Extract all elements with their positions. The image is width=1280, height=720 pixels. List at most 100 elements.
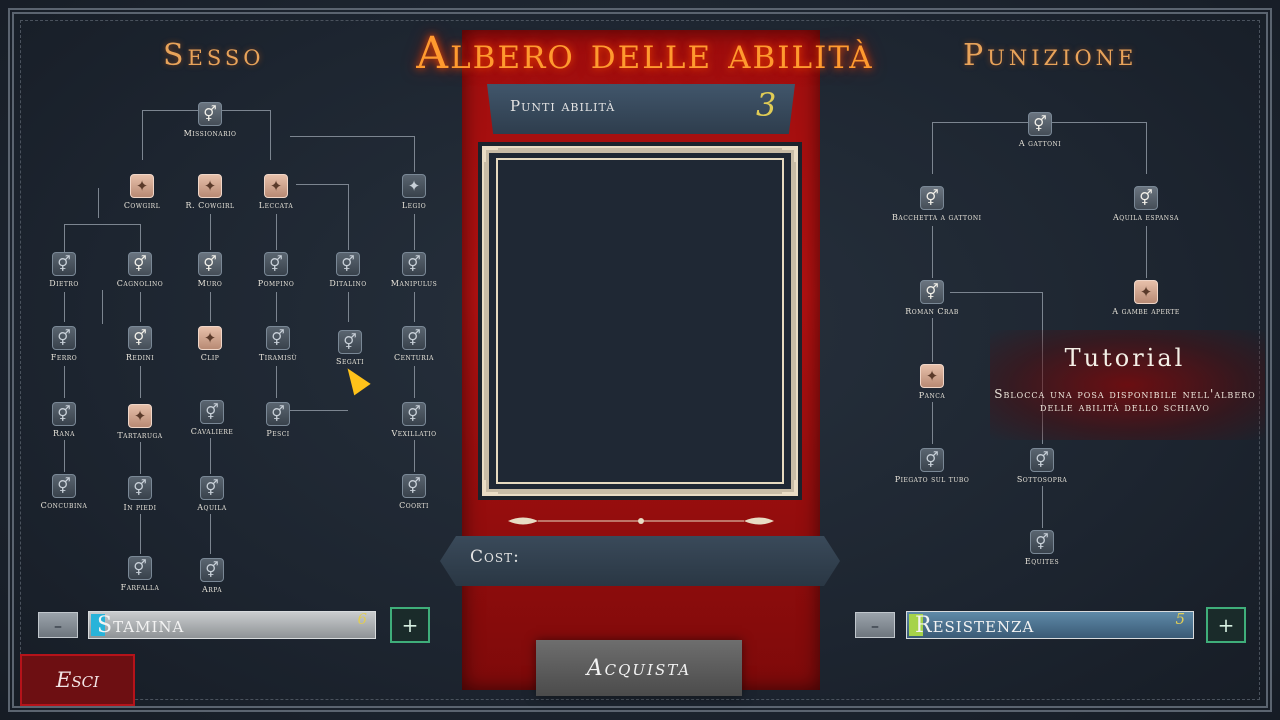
tree-connector (348, 292, 349, 322)
tree-connector (276, 366, 277, 398)
skill-node-legio[interactable]: ✦ Legio (374, 174, 454, 210)
gender-icon: ⚥ (128, 476, 152, 500)
exit-button[interactable]: Esci (20, 654, 135, 706)
skill-node-dietro[interactable]: ⚥ Dietro (24, 252, 104, 288)
resistenza-minus-button[interactable]: – (855, 612, 895, 638)
skill-label: Leccata (258, 201, 294, 210)
pose-icon: ✦ (402, 174, 426, 198)
skill-node-ferro[interactable]: ⚥ Ferro (24, 326, 104, 362)
skill-label: Vexillatio (391, 429, 437, 438)
skill-node-panca[interactable]: ✦ Panca (892, 364, 972, 400)
tree-connector (932, 318, 933, 362)
buy-button[interactable]: Acquista (536, 640, 742, 696)
gender-icon: ⚥ (1134, 186, 1158, 210)
skill-node-sottosopra[interactable]: ⚥ Sottosopra (1002, 448, 1082, 484)
skill-node-bacchetta-a-gattoni[interactable]: ⚥ Bacchetta a gattoni (892, 186, 982, 222)
cost-label: Cost: (470, 547, 520, 567)
pose-icon: ✦ (198, 174, 222, 198)
skill-node-leccata[interactable]: ✦ Leccata (236, 174, 316, 210)
skill-node-manipulus[interactable]: ⚥ Manipulus (374, 252, 454, 288)
tree-connector (64, 366, 65, 398)
pose-icon: ✦ (264, 174, 288, 198)
skill-label: Redini (125, 353, 155, 362)
skill-node-farfalla[interactable]: ⚥ Farfalla (100, 556, 180, 592)
skill-label: Dietro (49, 279, 79, 288)
skill-node-vexillatio[interactable]: ⚥ Vexillatio (374, 402, 454, 438)
skill-node-cagnolino[interactable]: ⚥ Cagnolino (100, 252, 180, 288)
skill-label: Coorti (399, 501, 429, 510)
gender-icon: ⚥ (198, 252, 222, 276)
skill-node-redini[interactable]: ⚥ Redini (100, 326, 180, 362)
skill-label: Roman Crab (905, 307, 959, 316)
tree-connector (140, 442, 141, 474)
skill-node-roman-crab[interactable]: ⚥ Roman Crab (892, 280, 972, 316)
stamina-value: 6 (357, 610, 367, 628)
skill-label: Aquila (197, 503, 227, 512)
skill-label: Panca (918, 391, 946, 400)
skill-label: Sottosopra (1016, 475, 1068, 484)
skill-node-a-gattoni[interactable]: ⚥ A gattoni (1000, 112, 1080, 148)
gender-icon: ⚥ (52, 402, 76, 426)
skill-node-pesci[interactable]: ⚥ Pesci (238, 402, 318, 438)
skill-label: Ferro (50, 353, 78, 362)
tree-connector (102, 290, 103, 324)
gender-icon: ⚥ (52, 326, 76, 350)
skill-node-piegato-sul-tubo[interactable]: ⚥ Piegato sul tubo (892, 448, 972, 484)
skill-label: Piegato sul tubo (894, 475, 970, 484)
skill-node-tiramisu[interactable]: ⚥ Tiramisù (238, 326, 318, 362)
skill-node-arpa[interactable]: ⚥ Arpa (172, 558, 252, 594)
resistenza-value: 5 (1175, 610, 1185, 628)
skill-node-missionario[interactable]: ⚥ Missionario (170, 102, 250, 138)
skill-label: In piedi (123, 503, 157, 512)
preview-area (496, 158, 784, 484)
gender-icon: ⚥ (1030, 448, 1054, 472)
tree-connector (210, 514, 211, 554)
tutorial-title: Tutorial (1064, 344, 1186, 372)
tree-connector (414, 214, 415, 250)
gender-icon: ⚥ (1030, 530, 1054, 554)
skill-label: Pesci (266, 429, 290, 438)
skill-node-equites[interactable]: ⚥ Equites (1002, 530, 1082, 566)
skill-node-rana[interactable]: ⚥ Rana (24, 402, 104, 438)
skill-label: A gattoni (1018, 139, 1062, 148)
tree-connector (932, 122, 933, 174)
skill-label: Cagnolino (116, 279, 164, 288)
pose-icon: ✦ (198, 326, 222, 350)
tab-sesso[interactable]: Sesso (163, 38, 265, 73)
gender-icon: ⚥ (200, 400, 224, 424)
skill-node-in-piedi[interactable]: ⚥ In piedi (100, 476, 180, 512)
skill-label: Centuria (393, 353, 435, 362)
tree-connector (290, 136, 414, 137)
skill-node-tartaruga[interactable]: ✦ Tartaruga (100, 404, 180, 440)
skill-node-a-gambe-aperte[interactable]: ✦ A gambe aperte (1106, 280, 1186, 316)
game-screen: Sesso Punizione Albero delle abilità Pun… (0, 0, 1280, 720)
pose-icon: ✦ (128, 404, 152, 428)
tree-connector (140, 366, 141, 398)
skill-node-coorti[interactable]: ⚥ Coorti (374, 474, 454, 510)
gender-icon: ⚥ (920, 280, 944, 304)
resistenza-bar: Resistenza 5 (906, 610, 1194, 639)
stamina-minus-button[interactable]: – (38, 612, 78, 638)
skill-node-aquila-espansa[interactable]: ⚥ Aquila espansa (1106, 186, 1186, 222)
stamina-bar: Stamina 6 (88, 610, 376, 639)
skill-node-aquila[interactable]: ⚥ Aquila (172, 476, 252, 512)
skill-label: A gambe aperte (1112, 307, 1180, 316)
gender-icon: ⚥ (52, 252, 76, 276)
skill-label: Aquila espansa (1113, 213, 1179, 222)
skill-label: Concubina (40, 501, 88, 510)
skill-node-pompino[interactable]: ⚥ Pompino (236, 252, 316, 288)
tree-connector (64, 440, 65, 472)
corner-ornament (484, 148, 498, 162)
skill-label: Bacchetta a gattoni (892, 213, 982, 222)
resistenza-plus-button[interactable]: + (1206, 607, 1246, 643)
skill-label: Equites (1024, 557, 1060, 566)
skill-node-concubina[interactable]: ⚥ Concubina (24, 474, 104, 510)
pose-icon: ✦ (920, 364, 944, 388)
stamina-plus-button[interactable]: + (390, 607, 430, 643)
corner-ornament (484, 480, 498, 494)
divider-ornament (508, 517, 774, 525)
skill-node-centuria[interactable]: ⚥ Centuria (374, 326, 454, 362)
tree-connector (142, 110, 143, 160)
tab-punizione[interactable]: Punizione (963, 38, 1137, 73)
tree-connector (210, 214, 211, 250)
